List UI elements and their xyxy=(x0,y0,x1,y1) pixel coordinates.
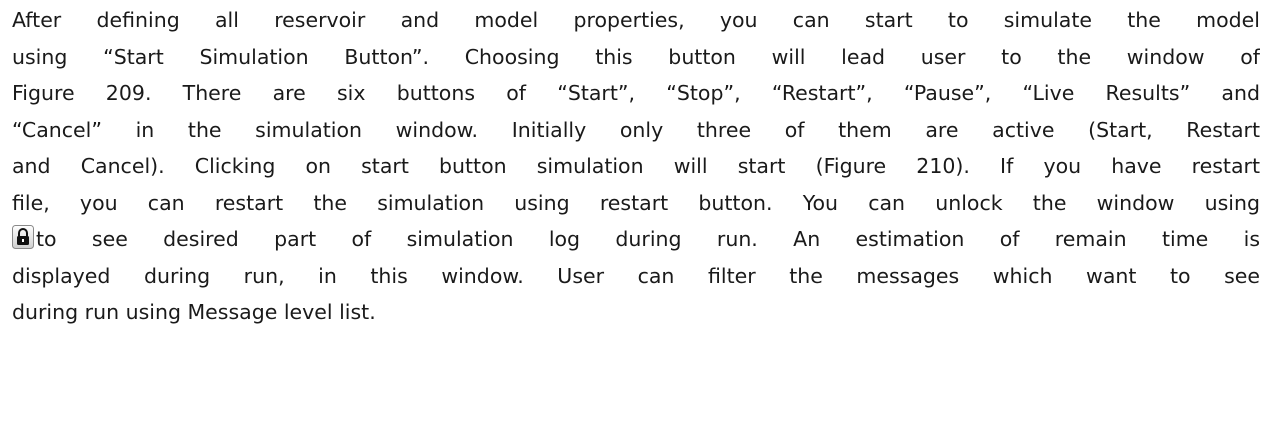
body-paragraph: After defining all reservoir and model p… xyxy=(12,2,1260,331)
paragraph-line-with-icon: to see desired part of simulation log du… xyxy=(12,221,1260,258)
paragraph-line-text: to see desired part of simulation log du… xyxy=(36,227,1260,251)
paragraph-line: during run using Message level list. xyxy=(12,300,376,324)
paragraph-line: displayed during run, in this window. Us… xyxy=(12,263,1260,288)
lock-icon xyxy=(12,225,34,249)
paragraph-line: and Cancel). Clicking on start button si… xyxy=(12,154,1260,178)
paragraph-line: After defining all reservoir and model p… xyxy=(12,8,1260,32)
paragraph-line: “Cancel” in the simulation window. Initi… xyxy=(12,117,1260,142)
paragraph-line: using “Start Simulation Button”. Choosin… xyxy=(12,44,1260,69)
paragraph-line: Figure 209. There are six buttons of “St… xyxy=(12,81,1260,105)
paragraph-line: file, you can restart the simulation usi… xyxy=(12,190,1260,215)
